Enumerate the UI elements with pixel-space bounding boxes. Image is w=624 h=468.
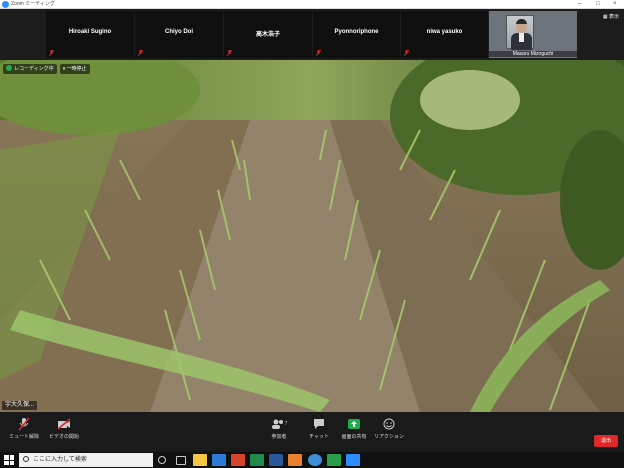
- recording-indicator: レコーディング中 ⏸ 一時停止: [3, 64, 90, 74]
- maximize-button[interactable]: □: [596, 0, 600, 9]
- windows-start-icon[interactable]: [4, 455, 14, 465]
- windows-taskbar: ここに入力して検索: [0, 452, 624, 468]
- zoom-taskbar-icon[interactable]: [346, 454, 360, 466]
- line-app-icon[interactable]: [327, 454, 341, 466]
- search-placeholder: ここに入力して検索: [33, 457, 87, 463]
- chat-icon: [314, 419, 324, 429]
- participant-tile[interactable]: Hiroaki Sugino: [46, 11, 134, 58]
- word-icon[interactable]: [269, 454, 283, 466]
- participant-name: Masaru Mizoguchi: [489, 51, 577, 57]
- unmute-button[interactable]: ミュート解除: [2, 416, 46, 440]
- edge-icon[interactable]: [308, 454, 322, 466]
- recording-status: レコーディング中: [3, 64, 57, 74]
- participant-name: 高木浩子: [255, 32, 280, 38]
- participant-tile[interactable]: Chiyo Doi: [135, 11, 223, 58]
- active-speaker-video: レコーディング中 ⏸ 一時停止 宇大久保...: [0, 60, 624, 412]
- participants-icon: [271, 419, 283, 429]
- participant-tile[interactable]: 高木浩子: [224, 11, 312, 58]
- participant-name: Chiyo Doi: [165, 29, 193, 35]
- task-view-icon[interactable]: [158, 456, 166, 464]
- muted-mic-icon: [316, 50, 321, 56]
- muted-mic-icon: [49, 50, 54, 56]
- start-video-button[interactable]: ビデオの開始: [42, 416, 86, 440]
- participant-name: niwa yasuko: [426, 29, 463, 35]
- reactions-icon: [383, 418, 395, 430]
- taskbar-search[interactable]: ここに入力して検索: [19, 453, 153, 467]
- participant-strip: Hiroaki Sugino Chiyo Doi 高木浩子 Pyonnoriph…: [0, 9, 624, 60]
- mail-icon[interactable]: [212, 454, 226, 466]
- participant-tile[interactable]: Pyonnoriphone: [313, 11, 400, 58]
- muted-mic-icon: [138, 50, 143, 56]
- powerpoint-icon[interactable]: [231, 454, 245, 466]
- active-speaker-name: 宇大久保...: [2, 401, 38, 410]
- pause-recording-button[interactable]: ⏸ 一時停止: [59, 64, 90, 74]
- participant-video: [506, 15, 534, 50]
- recording-dot-icon: [6, 65, 12, 71]
- view-label: 表示: [608, 14, 619, 20]
- window-titlebar: Zoom ミーティング – □ ×: [0, 0, 624, 9]
- participants-button[interactable]: 7 参加者: [257, 416, 301, 440]
- reactions-button[interactable]: リアクション: [367, 416, 411, 440]
- muted-mic-icon: [404, 50, 409, 56]
- participant-video-tile[interactable]: Masaru Mizoguchi: [489, 11, 577, 58]
- excel-icon[interactable]: [250, 454, 264, 466]
- garden-video-frame: [0, 60, 624, 412]
- taskview-grid-icon[interactable]: [176, 456, 186, 465]
- participant-name: Pyonnoriphone: [334, 29, 379, 35]
- leave-button[interactable]: 退出: [594, 435, 618, 447]
- search-icon: [23, 456, 29, 462]
- share-screen-icon: [348, 419, 360, 429]
- participant-tile[interactable]: niwa yasuko: [401, 11, 488, 58]
- minimize-button[interactable]: –: [578, 0, 581, 9]
- zoom-logo-icon: [2, 1, 9, 8]
- muted-mic-icon: [18, 417, 30, 431]
- participants-count: 7: [284, 421, 288, 427]
- meeting-controls: ミュート解除 ビデオの開始 7 参加者 チャット 画面の共有 リアクション 退出: [0, 412, 624, 452]
- muted-mic-icon: [227, 50, 232, 56]
- close-button[interactable]: ×: [613, 0, 617, 9]
- view-button[interactable]: ▦ 表示: [603, 13, 619, 20]
- file-explorer-icon[interactable]: [193, 454, 207, 466]
- participant-name: Hiroaki Sugino: [68, 29, 112, 35]
- window-title: Zoom ミーティング: [11, 1, 55, 7]
- firefox-icon[interactable]: [288, 454, 302, 466]
- video-off-icon: [57, 418, 71, 430]
